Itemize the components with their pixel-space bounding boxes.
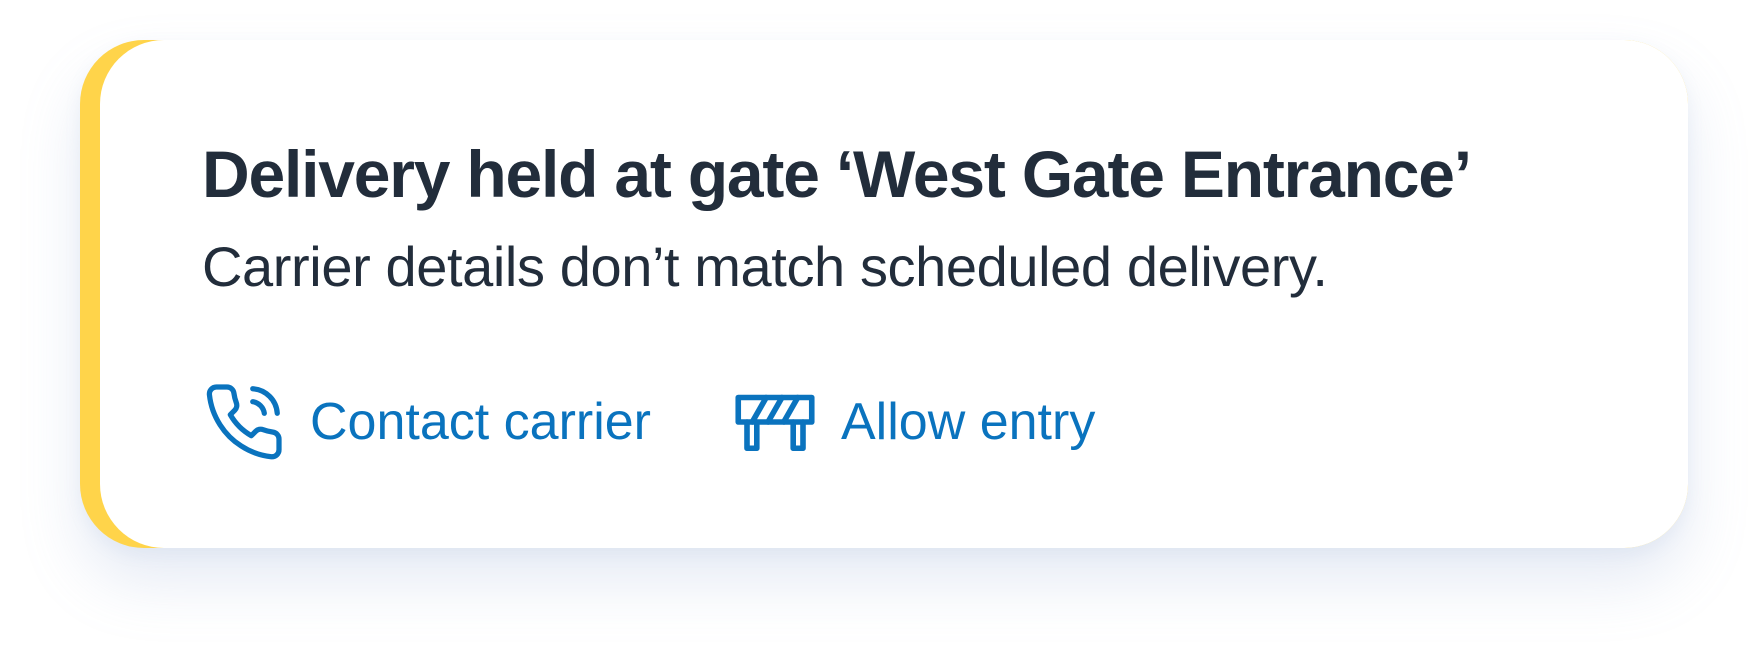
contact-carrier-button[interactable]: Contact carrier [202, 380, 651, 464]
alert-title: Delivery held at gate ‘West Gate Entranc… [202, 137, 1472, 211]
barrier-icon [733, 380, 817, 464]
contact-carrier-label: Contact carrier [310, 393, 651, 451]
alert-actions: Contact carrier Allow entry [202, 380, 1095, 464]
allow-entry-button[interactable]: Allow entry [733, 380, 1095, 464]
alert-message: Carrier details don’t match scheduled de… [202, 235, 1328, 298]
alert-card: Delivery held at gate ‘West Gate Entranc… [80, 40, 1688, 548]
alert-card-body: Delivery held at gate ‘West Gate Entranc… [100, 40, 1688, 548]
phone-call-icon [202, 380, 286, 464]
allow-entry-label: Allow entry [841, 393, 1096, 451]
